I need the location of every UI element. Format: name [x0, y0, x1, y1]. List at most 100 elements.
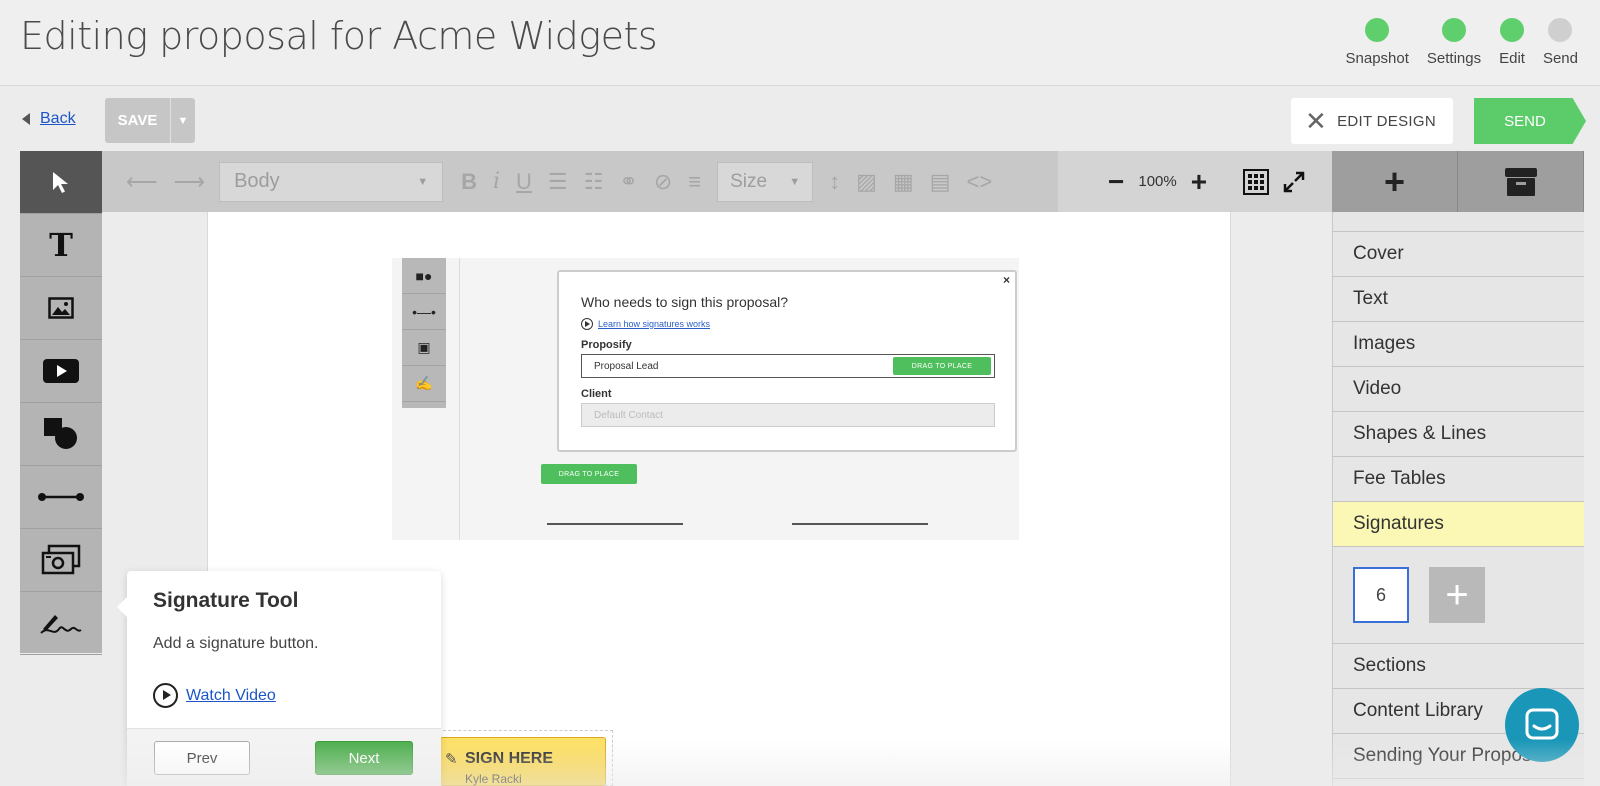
panel-item-images[interactable]: Images [1333, 322, 1584, 367]
panel-item-video[interactable]: Video [1333, 367, 1584, 412]
chat-icon [1525, 708, 1559, 740]
step-dot [1500, 18, 1525, 42]
unlink-icon[interactable]: ⊘ [654, 169, 672, 195]
tool-select[interactable] [20, 151, 102, 214]
edit-design-button[interactable]: ✕ EDIT DESIGN [1291, 98, 1453, 144]
save-button[interactable]: SAVE [105, 98, 171, 143]
bullet-list-icon[interactable]: ☰ [548, 169, 568, 195]
drag-to-place-badge: DRAG TO PLACE [893, 357, 991, 375]
save-dropdown-icon[interactable]: ▼ [171, 98, 195, 143]
fullscreen-icon[interactable] [1283, 171, 1305, 193]
tool-line[interactable] [20, 466, 102, 529]
panel-item-text[interactable]: Text [1333, 277, 1584, 322]
signature-line [547, 523, 683, 525]
signature-icon [40, 615, 82, 634]
clipboard-icon[interactable]: ▤ [930, 169, 951, 195]
watch-video-link[interactable]: Watch Video [153, 683, 276, 708]
sign-here-button[interactable]: ✎ SIGN HERE Kyle Racki [440, 737, 606, 786]
step-send[interactable]: Send [1543, 18, 1578, 67]
bold-icon[interactable]: B [461, 169, 477, 195]
popover-description: Add a signature button. [153, 635, 319, 652]
tool-video[interactable] [20, 340, 102, 403]
embedded-screenshot[interactable]: ■● •—• ▣ ✍ × Who needs to sign this prop… [392, 258, 1019, 540]
italic-icon[interactable]: i [493, 169, 500, 194]
panel-spacer [1333, 212, 1584, 232]
step-dot [1441, 18, 1466, 42]
tool-sidebar: T [20, 151, 102, 655]
panel-item-shapes-lines[interactable]: Shapes & Lines [1333, 412, 1584, 457]
fee-table-icon [41, 544, 81, 575]
pen-icon: ✎ [445, 751, 458, 768]
line-height-icon[interactable]: ↕ [829, 169, 840, 195]
font-size-select[interactable]: Size ▼ [717, 161, 814, 202]
shapes-icon [44, 418, 77, 449]
add-signature-button[interactable]: + [1429, 567, 1485, 623]
step-label: Send [1542, 50, 1578, 67]
line-icon [38, 493, 84, 501]
panel-item-fee-tables[interactable]: Fee Tables [1333, 457, 1584, 502]
step-edit[interactable]: Edit [1499, 18, 1525, 67]
mini-fee-table-icon: ▣ [402, 330, 446, 366]
progress-steps: Snapshot Settings Edit Send [1328, 18, 1578, 67]
undo-icon[interactable]: ⟵ [126, 169, 158, 195]
zoom-controls: − 100% + [1058, 151, 1332, 212]
popover-arrow [117, 597, 127, 617]
learn-link-text: Learn how signatures works [598, 319, 711, 329]
redo-icon[interactable]: ⟶ [174, 169, 206, 195]
add-content-tab[interactable]: + [1332, 151, 1458, 212]
step-settings[interactable]: Settings [1427, 18, 1481, 67]
signers-dialog: × Who needs to sign this proposal? Learn… [557, 270, 1017, 452]
popover-footer: Prev Next [127, 728, 441, 786]
dragging-badge: DRAG TO PLACE [541, 464, 637, 484]
signature-thumbnails: 6 + [1333, 547, 1584, 644]
align-icon[interactable]: ≡ [688, 169, 701, 195]
step-label: Edit [1499, 50, 1525, 67]
tool-fee-table[interactable] [20, 529, 102, 592]
panel-item-cover[interactable]: Cover [1333, 232, 1584, 277]
library-tab[interactable] [1458, 151, 1584, 212]
text-style-select[interactable]: Body ▼ [219, 161, 444, 202]
image-icon [48, 297, 74, 319]
divider [459, 258, 460, 540]
link-icon[interactable]: ⚭ [619, 169, 637, 195]
back-link[interactable]: Back [22, 110, 76, 128]
header: Editing proposal for Acme Widgets Snapsh… [0, 0, 1600, 86]
tool-shapes[interactable] [20, 403, 102, 466]
next-button[interactable]: Next [315, 741, 413, 775]
signature-thumbnail[interactable]: 6 [1353, 567, 1409, 623]
tool-image[interactable] [20, 277, 102, 340]
back-link-text[interactable]: Back [40, 110, 76, 128]
zoom-out-icon[interactable]: − [1108, 167, 1124, 196]
right-panel-tabs: + [1332, 151, 1584, 212]
group-label-proposify: Proposify [581, 339, 632, 351]
design-tools-icon: ✕ [1305, 106, 1328, 136]
code-icon[interactable]: <> [967, 169, 993, 195]
step-dot [1548, 18, 1573, 42]
panel-item-sections[interactable]: Sections [1333, 644, 1584, 689]
signer-name: Kyle Racki [465, 772, 522, 786]
insert-table-icon[interactable]: ▦ [893, 169, 914, 195]
send-button[interactable]: SEND [1474, 98, 1586, 144]
step-dot [1365, 18, 1390, 42]
pointer-icon [53, 172, 68, 193]
tool-signature[interactable] [20, 592, 102, 655]
grid-icon[interactable] [1243, 168, 1270, 195]
step-label: Settings [1426, 50, 1482, 67]
tool-text[interactable]: T [20, 214, 102, 277]
insert-image-icon[interactable]: ▨ [856, 169, 877, 195]
watch-video-text[interactable]: Watch Video [186, 687, 276, 705]
chevron-down-icon: ▼ [417, 175, 429, 188]
text-icon: T [49, 226, 73, 264]
dialog-question: Who needs to sign this proposal? [581, 294, 789, 310]
panel-item-signatures[interactable]: Signatures [1333, 502, 1584, 547]
zoom-in-icon[interactable]: + [1191, 167, 1207, 196]
chevron-down-icon: ▼ [789, 175, 801, 188]
save-button-group: SAVE ▼ [105, 98, 195, 143]
underline-icon[interactable]: U [516, 169, 532, 195]
chat-launcher[interactable] [1505, 688, 1579, 762]
prev-button[interactable]: Prev [154, 741, 250, 775]
step-snapshot[interactable]: Snapshot [1346, 18, 1409, 67]
numbered-list-icon[interactable]: ☷ [584, 169, 604, 195]
client-field: Default Contact [581, 403, 995, 427]
text-style-value: Body [234, 170, 280, 192]
